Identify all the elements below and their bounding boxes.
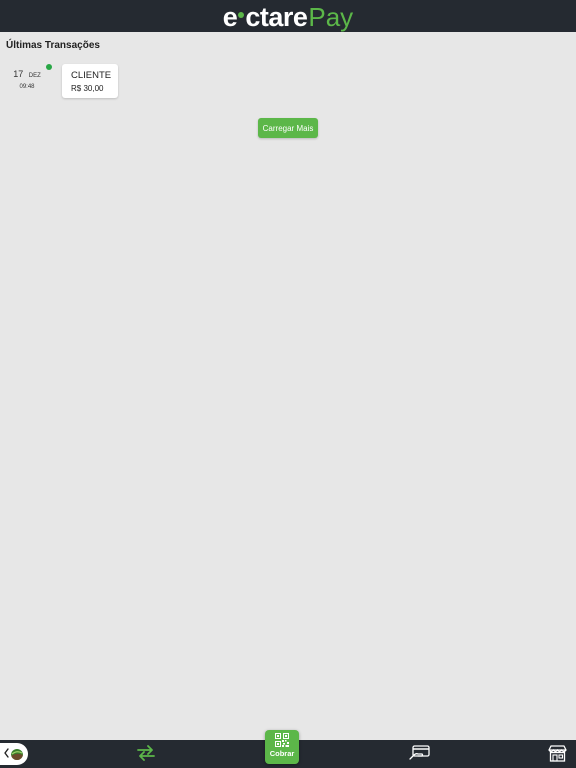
logo-ctare: ctare xyxy=(245,2,308,32)
logo-pay: Pay xyxy=(308,2,354,32)
back-button[interactable] xyxy=(0,743,28,765)
transaction-date: 17 DEZ 09:48 xyxy=(10,64,44,90)
section-title: Últimas Transações xyxy=(6,40,100,51)
chevron-left-icon xyxy=(4,748,9,758)
transaction-day: 17 xyxy=(13,69,24,79)
cobrar-label: Cobrar xyxy=(269,749,295,758)
load-more-button[interactable]: Carregar Mais xyxy=(258,118,318,138)
app-header: e ctare Pay xyxy=(0,0,576,32)
status-dot xyxy=(46,64,52,70)
transaction-time: 09:48 xyxy=(19,84,35,90)
logo-e: e xyxy=(222,2,238,32)
transaction-amount: R$ 30,00 xyxy=(71,84,104,93)
logo-dot xyxy=(238,12,245,18)
transaction-item: 17 DEZ 09:48 CLIENTE R$ 30,00 xyxy=(0,62,576,102)
transaction-card[interactable]: CLIENTE R$ 30,00 xyxy=(62,64,118,98)
cobrar-button[interactable]: Cobrar xyxy=(265,730,299,764)
qr-code-icon xyxy=(275,733,289,747)
transaction-name: CLIENTE xyxy=(71,70,112,81)
arrows-transfer-icon[interactable] xyxy=(137,745,155,761)
card-payment-icon[interactable] xyxy=(409,745,430,761)
store-icon[interactable] xyxy=(548,745,567,762)
leaf-avatar-icon xyxy=(11,748,23,760)
app: e ctare Pay Últimas Transações 17 DEZ 09… xyxy=(0,0,576,768)
ectarepay-logo: e ctare Pay xyxy=(223,2,353,32)
transaction-month: DEZ xyxy=(28,73,41,79)
